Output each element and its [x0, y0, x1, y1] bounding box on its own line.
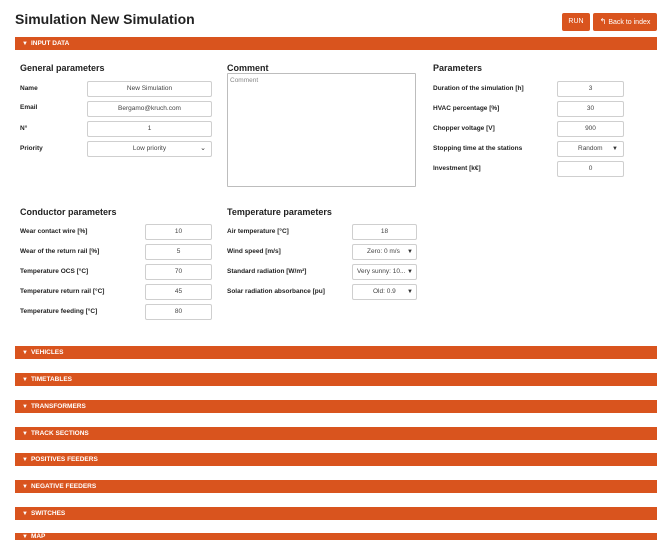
temp-return-field[interactable]: 45: [145, 284, 212, 300]
section-vehicles[interactable]: ▼ VEHICLES: [15, 346, 657, 359]
priority-value: Low priority: [132, 145, 167, 152]
section-positives-feeders[interactable]: ▼ POSITIVES FEEDERS: [15, 453, 657, 466]
section-map[interactable]: ▼ MAP: [15, 533, 657, 540]
caret-down-icon: ▼: [22, 457, 28, 463]
parameters-title: Parameters: [433, 63, 483, 73]
wind-speed-label: Wind speed [m/s]: [227, 248, 281, 255]
duration-field[interactable]: 3: [557, 81, 624, 97]
caret-down-icon: ▼: [612, 146, 618, 152]
priority-select[interactable]: Low priority ⌄: [87, 141, 212, 157]
duration-label: Duration of the simulation [h]: [433, 85, 524, 92]
caret-down-icon: ▼: [22, 534, 28, 540]
temp-return-label: Temperature return rail [°C]: [20, 288, 105, 295]
comment-textarea[interactable]: Comment: [227, 73, 416, 187]
back-arrow-icon: ↰: [599, 17, 607, 26]
section-label: SWITCHES: [30, 510, 66, 517]
section-label: TRACK SECTIONS: [30, 430, 89, 437]
number-field[interactable]: 1: [87, 121, 212, 137]
section-label: VEHICLES: [30, 349, 64, 356]
conductor-parameters-title: Conductor parameters: [20, 207, 117, 217]
temp-feeding-label: Temperature feeding [°C]: [20, 308, 98, 315]
temp-feeding-field[interactable]: 80: [145, 304, 212, 320]
back-to-index-label: Back to index: [608, 19, 651, 26]
wind-speed-select[interactable]: Zero: 0 m/s ▼: [352, 244, 417, 260]
general-parameters-title: General parameters: [20, 63, 105, 73]
caret-down-icon: ▼: [22, 377, 28, 383]
wind-speed-value: Zero: 0 m/s: [367, 248, 400, 255]
email-field[interactable]: Bergamo@kruch.com: [87, 101, 212, 117]
section-transformers[interactable]: ▼ TRANSFORMERS: [15, 400, 657, 413]
temp-ocs-label: Temperature OCS [°C]: [20, 268, 89, 275]
stopping-label: Stopping time at the stations: [433, 145, 523, 152]
section-label: MAP: [30, 533, 46, 540]
caret-down-icon: ▼: [407, 269, 413, 275]
caret-down-icon: ▼: [22, 484, 28, 490]
investment-field[interactable]: 0: [557, 161, 624, 177]
air-temp-field[interactable]: 18: [352, 224, 417, 240]
section-negative-feeders[interactable]: ▼ NEGATIVE FEEDERS: [15, 480, 657, 493]
wear-return-label: Wear of the return rail [%]: [20, 248, 100, 255]
chevron-down-icon: ⌄: [200, 145, 206, 152]
caret-down-icon: ▼: [22, 404, 28, 410]
name-field[interactable]: New Simulation: [87, 81, 212, 97]
hvac-field[interactable]: 30: [557, 101, 624, 117]
section-label: INPUT DATA: [30, 40, 70, 47]
number-label: N°: [20, 125, 28, 132]
radiation-select[interactable]: Very sunny: 10... ▼: [352, 264, 417, 280]
section-switches[interactable]: ▼ SWITCHES: [15, 507, 657, 520]
stopping-value: Random: [578, 145, 603, 152]
radiation-label: Standard radiation [W/m²]: [227, 268, 307, 275]
priority-label: Priority: [20, 145, 43, 152]
absorbance-select[interactable]: Old: 0.9 ▼: [352, 284, 417, 300]
wear-contact-field[interactable]: 10: [145, 224, 212, 240]
wear-contact-label: Wear contact wire [%]: [20, 228, 88, 235]
chopper-label: Chopper voltage [V]: [433, 125, 495, 132]
section-input-data[interactable]: ▼ INPUT DATA: [15, 37, 657, 50]
stopping-select[interactable]: Random ▼: [557, 141, 624, 157]
temperature-parameters-title: Temperature parameters: [227, 207, 332, 217]
investment-label: Investment [k€]: [433, 165, 481, 172]
section-label: POSITIVES FEEDERS: [30, 456, 98, 463]
page-title: Simulation New Simulation: [15, 11, 195, 27]
chopper-field[interactable]: 900: [557, 121, 624, 137]
section-timetables[interactable]: ▼ TIMETABLES: [15, 373, 657, 386]
caret-down-icon: ▼: [22, 350, 28, 356]
section-track-sections[interactable]: ▼ TRACK SECTIONS: [15, 427, 657, 440]
wear-return-field[interactable]: 5: [145, 244, 212, 260]
section-label: TIMETABLES: [30, 376, 72, 383]
absorbance-value: Old: 0.9: [373, 288, 396, 295]
back-to-index-button[interactable]: ↰ Back to index: [593, 13, 657, 31]
air-temp-label: Air temperature [°C]: [227, 228, 289, 235]
absorbance-label: Solar radiation absorbance [pu]: [227, 288, 325, 295]
caret-down-icon: ▼: [407, 249, 413, 255]
radiation-value: Very sunny: 10...: [357, 268, 406, 275]
name-label: Name: [20, 85, 38, 92]
caret-down-icon: ▼: [22, 41, 28, 47]
section-label: NEGATIVE FEEDERS: [30, 483, 97, 490]
caret-down-icon: ▼: [22, 431, 28, 437]
run-button[interactable]: RUN: [562, 13, 590, 31]
section-label: TRANSFORMERS: [30, 403, 86, 410]
comment-title: Comment: [227, 63, 269, 73]
caret-down-icon: ▼: [407, 289, 413, 295]
caret-down-icon: ▼: [22, 511, 28, 517]
temp-ocs-field[interactable]: 70: [145, 264, 212, 280]
email-label: Email: [20, 104, 38, 111]
hvac-label: HVAC percentage [%]: [433, 105, 500, 112]
